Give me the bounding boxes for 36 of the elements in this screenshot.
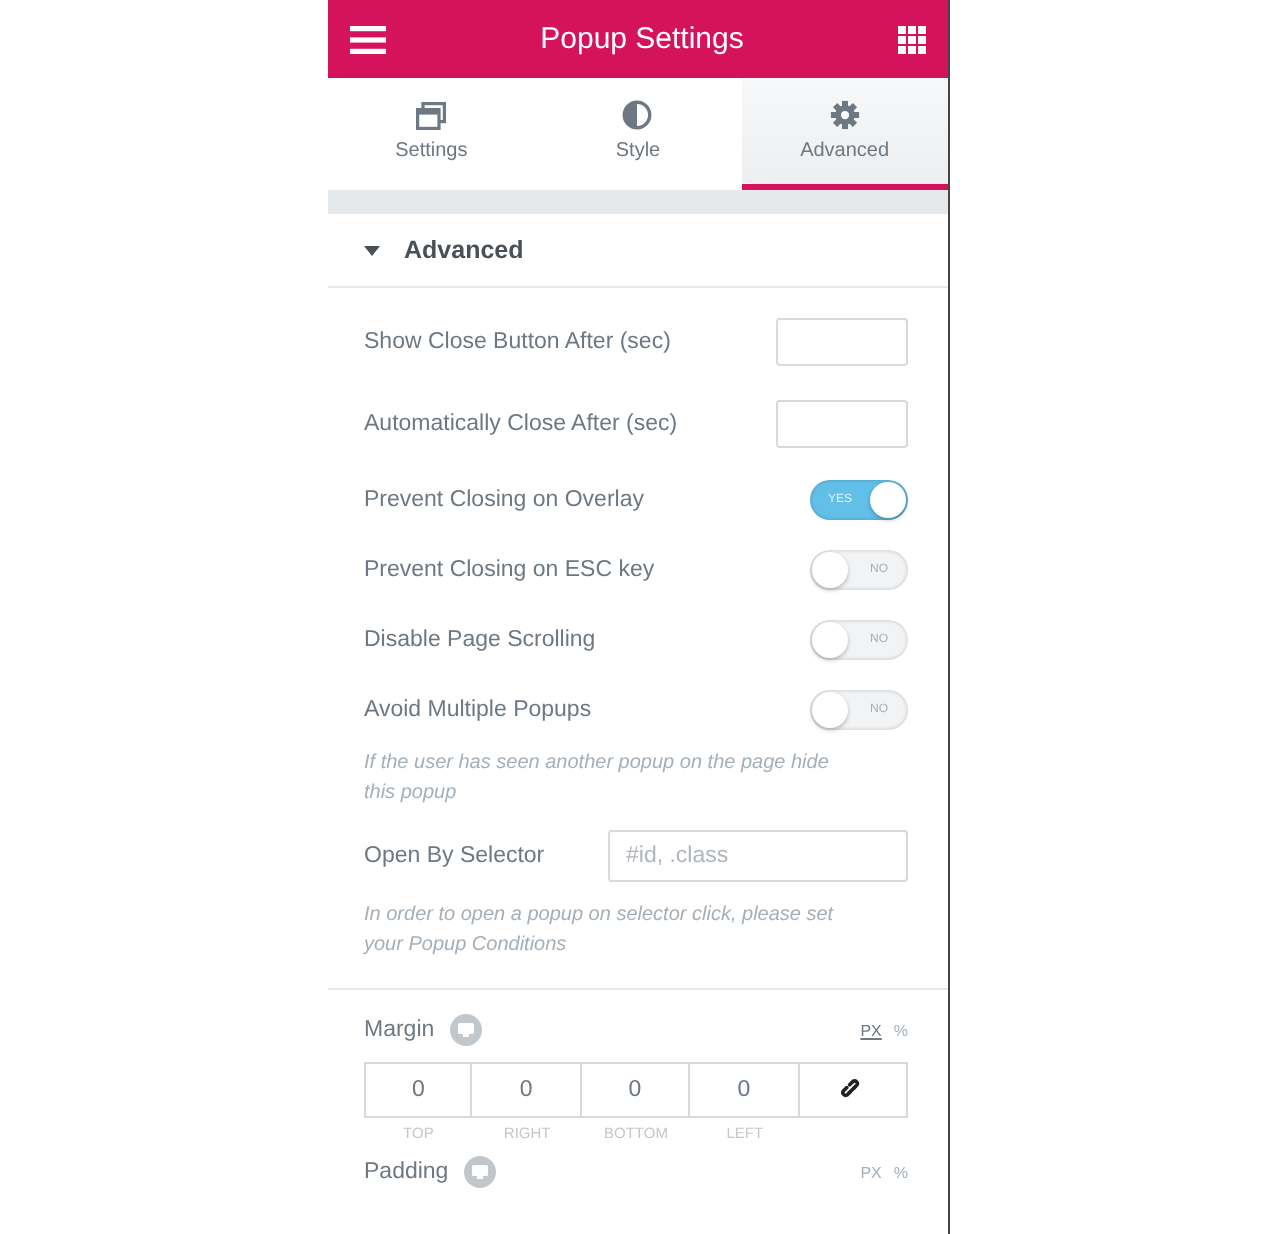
control-label: Padding: [364, 1160, 449, 1184]
dimension-field[interactable]: 0: [581, 1062, 691, 1118]
number-field[interactable]: [776, 399, 908, 447]
selector-field[interactable]: #id, .class: [608, 830, 908, 882]
contrast-icon: [622, 100, 653, 130]
help-text: If the user has seen another popup on the page hide this popup: [364, 750, 831, 808]
field-label: Automatically Close After (sec): [364, 411, 678, 435]
unit-option[interactable]: %: [893, 1021, 908, 1039]
unit-option[interactable]: PX: [860, 1021, 882, 1039]
link-icon: [840, 1078, 865, 1102]
switch-label: Avoid Multiple Popups: [364, 697, 592, 721]
grid-icon[interactable]: [898, 25, 926, 53]
help-text: In order to open a popup on selector click, please set your Popup Conditions: [364, 902, 836, 960]
tab[interactable]: Style: [534, 78, 742, 190]
window-icon: [416, 101, 447, 129]
field-label: Open By Selector: [364, 844, 545, 868]
switch-label: Prevent Closing on ESC key: [364, 557, 655, 581]
control-label: Margin: [364, 1018, 435, 1042]
unit-option[interactable]: %: [893, 1163, 908, 1181]
monitor-icon[interactable]: [464, 1156, 497, 1188]
tab[interactable]: Advanced: [741, 78, 948, 190]
field-label: Show Close Button After (sec): [364, 329, 671, 353]
settings-icon: [829, 100, 860, 130]
number-field[interactable]: [776, 317, 908, 365]
switch-label: Prevent Closing on Overlay: [364, 487, 644, 511]
section-header[interactable]: Advanced: [328, 214, 948, 288]
menu-icon[interactable]: [350, 25, 386, 53]
dimension-field[interactable]: 0: [690, 1062, 800, 1118]
dimension-field[interactable]: 0: [364, 1062, 473, 1118]
dimension-field[interactable]: 0: [472, 1062, 582, 1118]
switch-label: Disable Page Scrolling: [364, 627, 596, 651]
link-button[interactable]: [799, 1062, 908, 1118]
panel-title: Popup Settings: [540, 22, 744, 56]
monitor-icon[interactable]: [450, 1014, 483, 1046]
caret-icon: [364, 245, 380, 255]
tab[interactable]: Settings: [328, 78, 535, 190]
